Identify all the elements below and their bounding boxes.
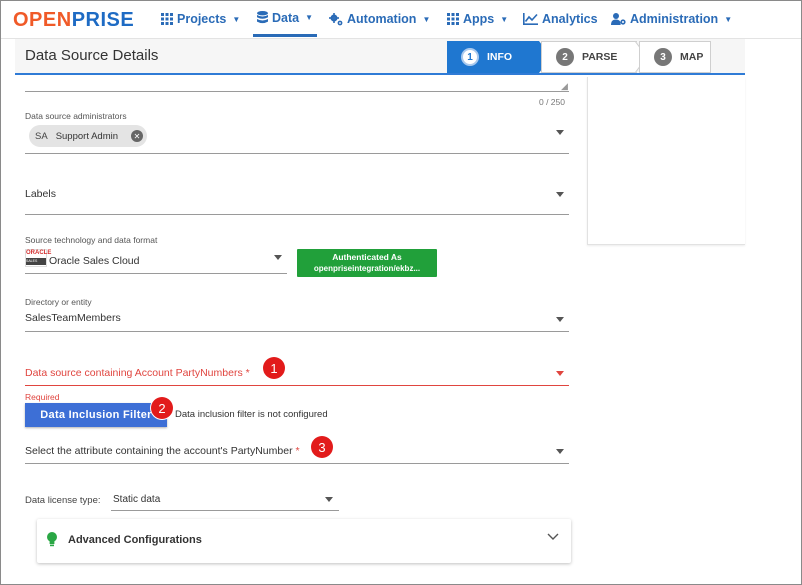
- required-text: Required: [25, 392, 60, 402]
- labels-dropdown-caret-icon[interactable]: [556, 192, 564, 197]
- caret-down-icon: ▼: [724, 14, 733, 24]
- admins-underline: [25, 153, 569, 154]
- source-tech-dropdown-caret-icon[interactable]: [274, 255, 282, 260]
- step-label: MAP: [680, 51, 704, 63]
- step-parse[interactable]: 2 PARSE: [541, 41, 637, 73]
- admins-dropdown-caret-icon[interactable]: [556, 130, 564, 135]
- page-title: Data Source Details: [25, 47, 159, 64]
- users-cog-icon: [611, 13, 626, 25]
- license-underline: [111, 510, 339, 511]
- admin-chip: SA Support Admin ✕: [29, 125, 147, 147]
- apps-grid-icon: [447, 13, 459, 25]
- nav-apps[interactable]: Apps ▼: [447, 1, 508, 37]
- caret-down-icon: ▼: [500, 14, 509, 24]
- app-frame: OPENPRISE Projects ▼ Data ▼ Automation ▼…: [0, 0, 802, 585]
- account-source-field[interactable]: Data source containing Account PartyNumb…: [25, 367, 250, 379]
- grid-icon: [161, 13, 173, 25]
- license-select[interactable]: Static data: [113, 494, 160, 505]
- cog-icon: [329, 12, 343, 25]
- labels-underline: [25, 214, 569, 215]
- step-label: INFO: [487, 51, 513, 63]
- annotation-badge-2: 2: [151, 397, 173, 419]
- directory-label: Directory or entity: [25, 297, 92, 307]
- lightbulb-icon: [47, 532, 57, 547]
- account-source-dropdown-caret-icon[interactable]: [556, 371, 564, 376]
- attribute-underline: [25, 463, 569, 464]
- nav-administration-label: Administration: [630, 12, 719, 26]
- directory-underline: [25, 331, 569, 332]
- labels-field[interactable]: Labels: [25, 188, 56, 200]
- caret-down-icon: ▼: [305, 13, 314, 22]
- nav-data[interactable]: Data ▼: [253, 1, 318, 37]
- party-number-attribute-field[interactable]: Select the attribute containing the acco…: [25, 445, 300, 457]
- advanced-configurations-panel[interactable]: Advanced Configurations: [37, 519, 571, 563]
- attribute-dropdown-caret-icon[interactable]: [556, 449, 564, 454]
- step-number: 1: [461, 48, 479, 66]
- nav-analytics-label: Analytics: [542, 12, 598, 26]
- step-label: PARSE: [582, 51, 618, 63]
- data-inclusion-filter-button[interactable]: Data Inclusion Filter: [25, 403, 167, 427]
- source-tech-value[interactable]: Oracle Sales Cloud: [49, 255, 139, 267]
- nav-projects-label: Projects: [177, 12, 227, 26]
- nav-projects[interactable]: Projects ▼: [161, 1, 240, 37]
- annotation-badge-1: 1: [263, 357, 285, 379]
- oracle-sales-cloud-logo: ORACLE SALES CLOUD: [25, 249, 51, 267]
- chart-icon: [523, 13, 538, 25]
- remove-chip-icon[interactable]: ✕: [131, 130, 143, 142]
- chevron-down-icon[interactable]: [547, 533, 559, 541]
- authenticated-button[interactable]: Authenticated As openpriseintegration/ek…: [297, 249, 437, 277]
- data-source-form: ◢ 0 / 250 Data source administrators SA …: [15, 77, 581, 579]
- description-underline: [25, 91, 569, 92]
- step-number: 2: [556, 48, 574, 66]
- caret-down-icon: ▼: [232, 14, 241, 24]
- caret-down-icon: ▼: [422, 14, 431, 24]
- nav-apps-label: Apps: [463, 12, 495, 26]
- step-number: 3: [654, 48, 672, 66]
- step-info[interactable]: 1 INFO: [447, 41, 539, 73]
- source-tech-underline: [25, 273, 287, 274]
- license-label: Data license type:: [25, 495, 101, 506]
- directory-value[interactable]: SalesTeamMembers: [25, 312, 121, 324]
- char-counter: 0 / 250: [539, 97, 565, 107]
- nav-analytics[interactable]: Analytics: [523, 1, 598, 37]
- nav-automation[interactable]: Automation ▼: [329, 1, 430, 37]
- source-tech-label: Source technology and data format: [25, 235, 158, 245]
- annotation-badge-3: 3: [311, 436, 333, 458]
- directory-dropdown-caret-icon[interactable]: [556, 317, 564, 322]
- nav-administration[interactable]: Administration ▼: [611, 1, 732, 37]
- nav-data-label: Data: [272, 10, 300, 25]
- admins-label: Data source administrators: [25, 111, 127, 121]
- page-header: Data Source Details 1 INFO 2 PARSE 3 MAP: [15, 39, 745, 75]
- advanced-configurations-title: Advanced Configurations: [68, 534, 202, 546]
- openprise-logo[interactable]: OPENPRISE: [13, 9, 134, 32]
- top-nav: OPENPRISE Projects ▼ Data ▼ Automation ▼…: [1, 1, 801, 39]
- admin-chip-name: Support Admin: [55, 130, 119, 142]
- step-map[interactable]: 3 MAP: [639, 41, 711, 73]
- side-panel: [587, 77, 745, 245]
- filter-status-text: Data inclusion filter is not configured: [175, 409, 328, 420]
- account-source-underline: [25, 385, 569, 386]
- admin-chip-avatar: SA: [35, 130, 48, 142]
- license-dropdown-caret-icon[interactable]: [325, 497, 333, 502]
- database-icon: [257, 11, 268, 24]
- nav-automation-label: Automation: [347, 12, 417, 26]
